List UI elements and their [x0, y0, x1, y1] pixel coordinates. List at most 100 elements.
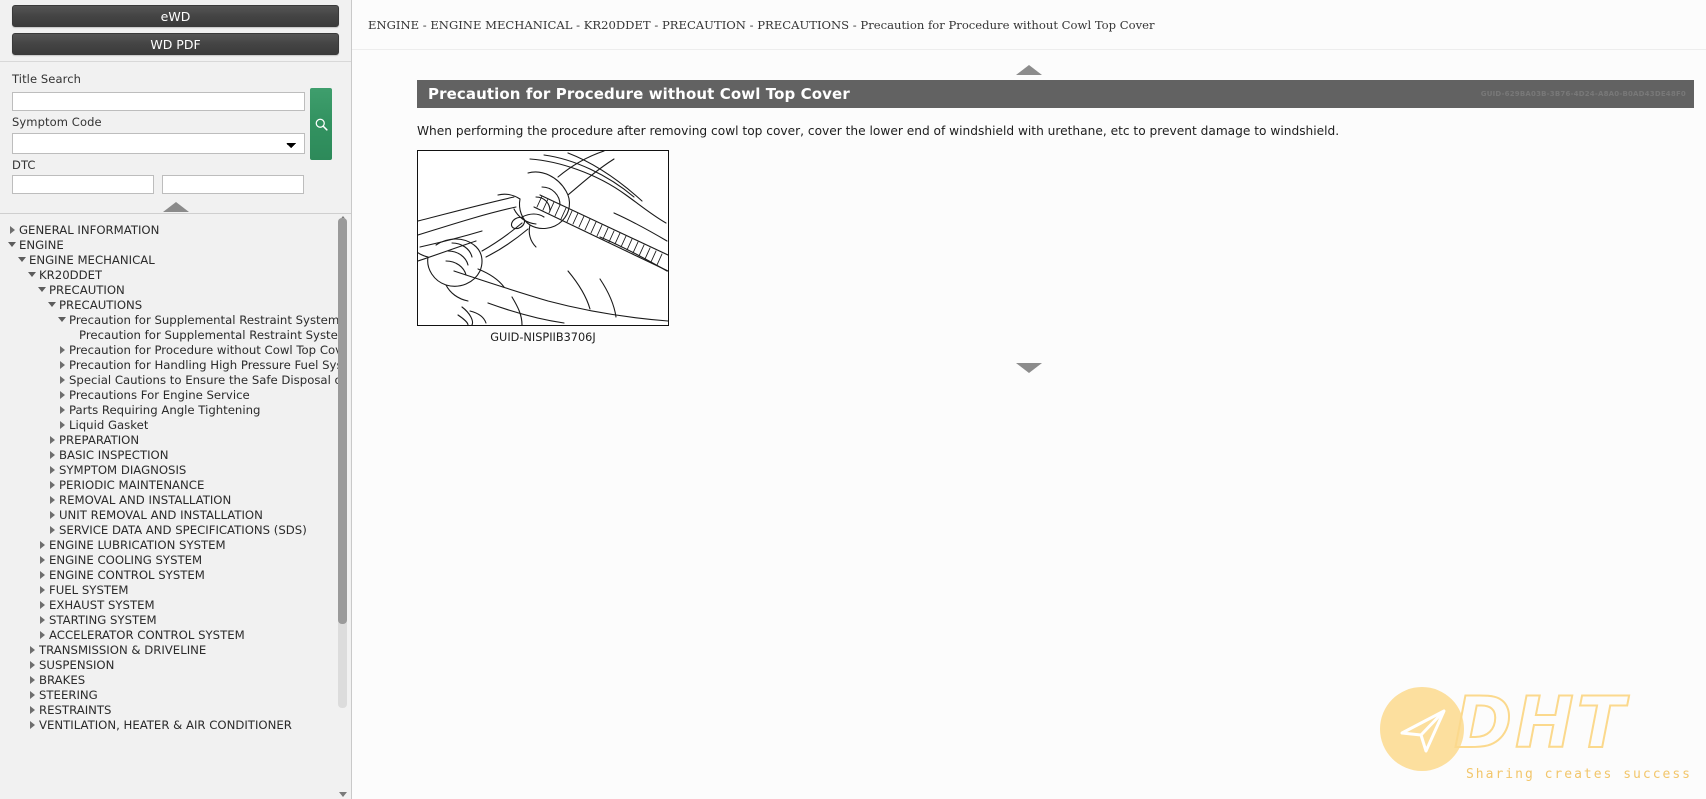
- chevron-right-icon[interactable]: [25, 690, 39, 699]
- tree-item[interactable]: ENGINE COOLING SYSTEM: [0, 552, 351, 567]
- chevron-right-icon[interactable]: [45, 495, 59, 504]
- tree-item[interactable]: PREPARATION: [0, 432, 351, 447]
- caret-down-icon[interactable]: [25, 272, 39, 277]
- chevron-right-glyph: [29, 690, 35, 699]
- title-search-input[interactable]: [12, 91, 305, 111]
- tree-item[interactable]: UNIT REMOVAL AND INSTALLATION: [0, 507, 351, 522]
- chevron-right-icon[interactable]: [25, 720, 39, 729]
- tree-item[interactable]: Parts Requiring Angle Tightening: [0, 402, 351, 417]
- tree-item[interactable]: Precautions For Engine Service: [0, 387, 351, 402]
- tree-item[interactable]: Precaution for Procedure without Cowl To…: [0, 342, 351, 357]
- chevron-right-icon[interactable]: [25, 660, 39, 669]
- chevron-right-icon[interactable]: [55, 405, 69, 414]
- figure-caption: GUID-NISPIIB3706J: [490, 331, 596, 344]
- chevron-right-glyph: [29, 720, 35, 729]
- tree-item[interactable]: TRANSMISSION & DRIVELINE: [0, 642, 351, 657]
- caret-down-icon[interactable]: [15, 257, 29, 262]
- tree-item[interactable]: STEERING: [0, 687, 351, 702]
- chevron-right-icon[interactable]: [35, 630, 49, 639]
- chevron-right-icon[interactable]: [35, 540, 49, 549]
- procedure-illustration: [417, 150, 669, 326]
- chevron-right-icon[interactable]: [25, 705, 39, 714]
- search-icon: [315, 118, 328, 131]
- tree-item-label: SYMPTOM DIAGNOSIS: [59, 462, 187, 477]
- title-search-label: Title Search: [12, 72, 82, 86]
- chevron-right-icon[interactable]: [35, 600, 49, 609]
- tree-item[interactable]: EXHAUST SYSTEM: [0, 597, 351, 612]
- tree-item-label: GENERAL INFORMATION: [19, 222, 160, 237]
- tree-item[interactable]: PERIODIC MAINTENANCE: [0, 477, 351, 492]
- tree-item[interactable]: REMOVAL AND INSTALLATION: [0, 492, 351, 507]
- tree-item[interactable]: Precaution for Supplemental Restraint Sy…: [0, 312, 351, 327]
- tree-item-label: Precaution for Supplemental Restraint Sy…: [79, 327, 345, 342]
- tree-item[interactable]: SERVICE DATA AND SPECIFICATIONS (SDS): [0, 522, 351, 537]
- tree-item[interactable]: Special Cautions to Ensure the Safe Disp…: [0, 372, 351, 387]
- tree-scrollbar[interactable]: [338, 218, 347, 708]
- chevron-right-icon[interactable]: [5, 225, 19, 234]
- chevron-right-icon[interactable]: [55, 360, 69, 369]
- caret-down-glyph: [28, 272, 36, 277]
- chevron-right-icon[interactable]: [45, 480, 59, 489]
- dtc-input-2[interactable]: [162, 175, 304, 194]
- tree-item[interactable]: Precaution for Handling High Pressure Fu…: [0, 357, 351, 372]
- chevron-right-icon[interactable]: [55, 390, 69, 399]
- chevron-right-icon[interactable]: [45, 465, 59, 474]
- chevron-right-glyph: [49, 495, 55, 504]
- chevron-right-icon[interactable]: [35, 585, 49, 594]
- chevron-right-icon[interactable]: [35, 555, 49, 564]
- main-content-area: ENGINE - ENGINE MECHANICAL - KR20DDET - …: [352, 0, 1706, 799]
- tree-item[interactable]: BASIC INSPECTION: [0, 447, 351, 462]
- caret-down-icon[interactable]: [45, 302, 59, 307]
- tree-item[interactable]: PRECAUTIONS: [0, 297, 351, 312]
- tree-item[interactable]: STARTING SYSTEM: [0, 612, 351, 627]
- chevron-right-icon[interactable]: [45, 435, 59, 444]
- tree-item[interactable]: KR20DDET: [0, 267, 351, 282]
- navigation-tree[interactable]: GENERAL INFORMATION ENGINE ENGINE MECHANIC…: [0, 214, 351, 799]
- tree-item[interactable]: SYMPTOM DIAGNOSIS: [0, 462, 351, 477]
- chevron-right-icon[interactable]: [45, 510, 59, 519]
- tree-item[interactable]: Liquid Gasket: [0, 417, 351, 432]
- sidebar-collapse-toggle[interactable]: [0, 202, 351, 212]
- ewd-button[interactable]: eWD: [12, 5, 339, 27]
- dtc-input-1[interactable]: [12, 175, 154, 194]
- chevron-right-icon[interactable]: [55, 345, 69, 354]
- tree-item[interactable]: ENGINE CONTROL SYSTEM: [0, 567, 351, 582]
- caret-down-icon[interactable]: [5, 242, 19, 247]
- tree-item[interactable]: RESTRAINTS: [0, 702, 351, 717]
- tree-item[interactable]: SUSPENSION: [0, 657, 351, 672]
- chevron-right-icon[interactable]: [25, 675, 39, 684]
- chevron-right-icon[interactable]: [35, 615, 49, 624]
- tree-scroll-down-button[interactable]: [338, 790, 347, 799]
- tree-item[interactable]: ENGINE MECHANICAL: [0, 252, 351, 267]
- tree-scrollbar-thumb[interactable]: [338, 218, 347, 624]
- tree-item[interactable]: GENERAL INFORMATION: [0, 222, 351, 237]
- search-button[interactable]: [310, 88, 332, 160]
- chevron-right-icon[interactable]: [45, 525, 59, 534]
- wd-pdf-button[interactable]: WD PDF: [12, 33, 339, 55]
- tree-item-label: PERIODIC MAINTENANCE: [59, 477, 205, 492]
- tree-item[interactable]: ENGINE: [0, 237, 351, 252]
- chevron-right-icon[interactable]: [35, 570, 49, 579]
- chevron-right-icon[interactable]: [55, 420, 69, 429]
- symptom-code-select[interactable]: [12, 133, 305, 154]
- chevron-right-glyph: [49, 465, 55, 474]
- caret-down-icon[interactable]: [35, 287, 49, 292]
- tree-item[interactable]: Precaution for Supplemental Restraint Sy…: [0, 327, 351, 342]
- chevron-right-icon[interactable]: [45, 450, 59, 459]
- tree-item-label: STEERING: [39, 687, 98, 702]
- tree-item[interactable]: VENTILATION, HEATER & AIR CONDITIONER: [0, 717, 351, 732]
- tree-item[interactable]: BRAKES: [0, 672, 351, 687]
- tree-item[interactable]: ACCELERATOR CONTROL SYSTEM: [0, 627, 351, 642]
- tree-item[interactable]: ENGINE LUBRICATION SYSTEM: [0, 537, 351, 552]
- chevron-right-icon[interactable]: [55, 375, 69, 384]
- chevron-right-glyph: [39, 540, 45, 549]
- tree-item-label: EXHAUST SYSTEM: [49, 597, 155, 612]
- chevron-right-glyph: [59, 345, 65, 354]
- next-section-button[interactable]: [1012, 360, 1046, 376]
- tree-item[interactable]: PRECAUTION: [0, 282, 351, 297]
- caret-down-icon[interactable]: [55, 317, 69, 322]
- tree-item[interactable]: FUEL SYSTEM: [0, 582, 351, 597]
- previous-section-button[interactable]: [1012, 62, 1046, 78]
- chevron-right-icon[interactable]: [25, 645, 39, 654]
- left-sidebar: eWD WD PDF Title Search Symptom Code DTC: [0, 0, 352, 799]
